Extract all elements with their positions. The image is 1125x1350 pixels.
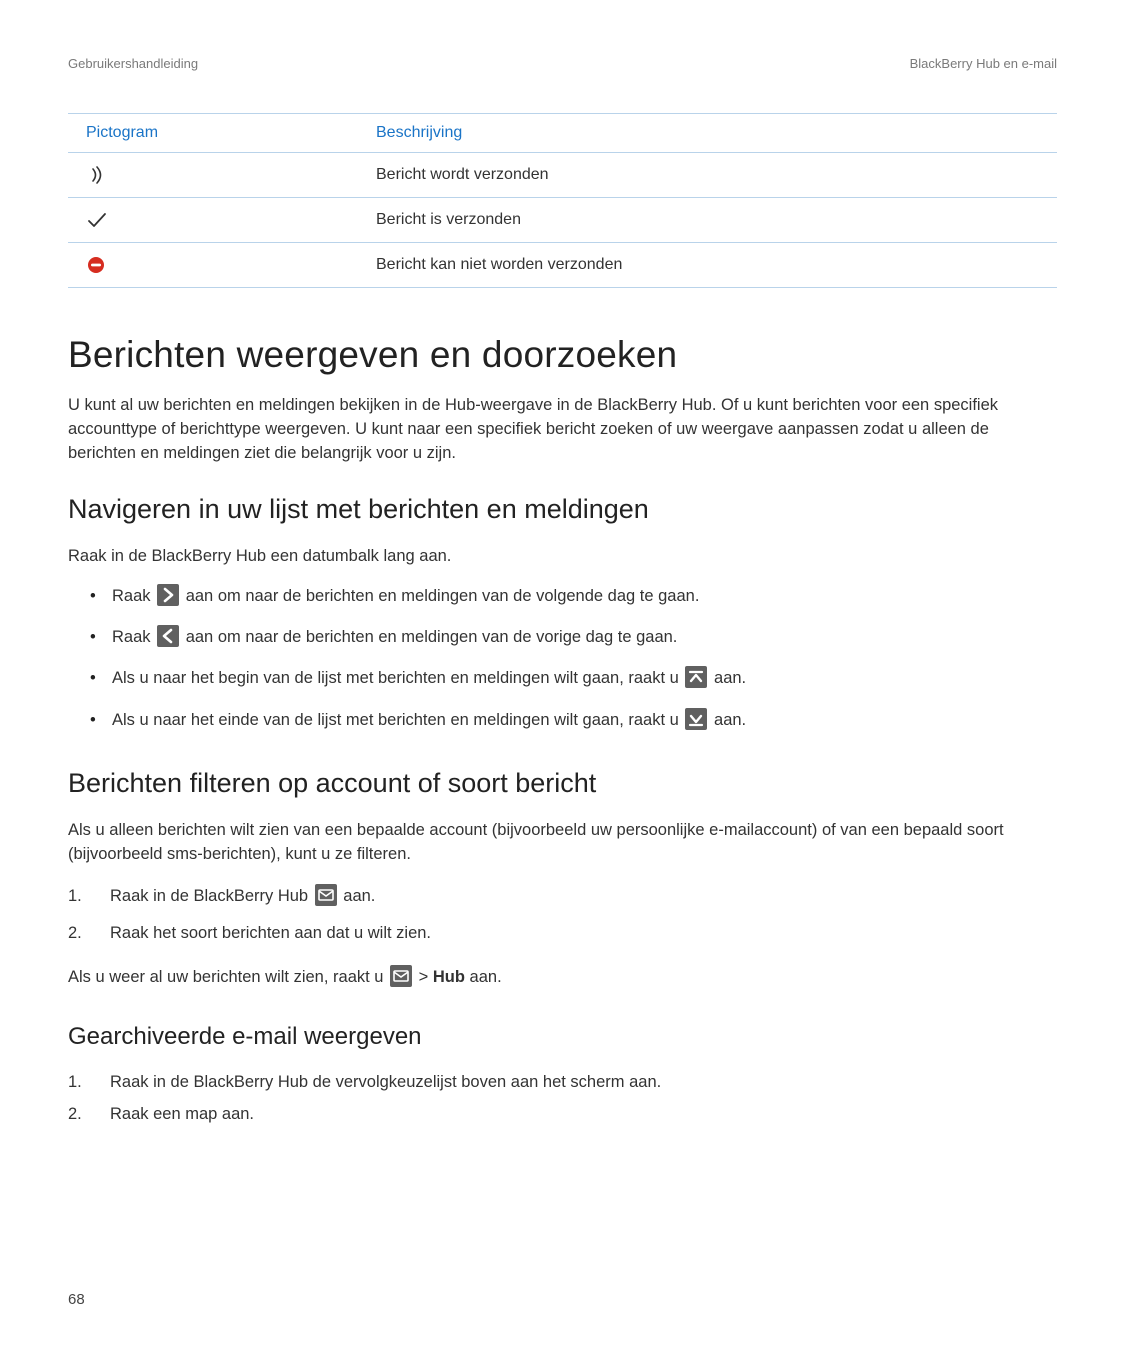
page-number: 68	[68, 1291, 85, 1308]
filter-tail: Als u weer al uw berichten wilt zien, ra…	[68, 965, 1057, 995]
header-right: BlackBerry Hub en e-mail	[910, 56, 1057, 71]
chevron-left-icon	[157, 625, 179, 655]
hub-label: Hub	[433, 968, 465, 986]
sending-icon	[68, 153, 358, 198]
list-item: Raak aan om naar de berichten en melding…	[90, 624, 1057, 655]
table-row: Bericht wordt verzonden	[68, 153, 1057, 198]
go-to-bottom-icon	[685, 708, 707, 738]
table-row: Bericht kan niet worden verzonden	[68, 243, 1057, 288]
navigate-lead: Raak in de BlackBerry Hub een datumbalk …	[68, 545, 1057, 569]
row-desc: Bericht is verzonden	[358, 198, 1057, 243]
icon-description-table: Pictogram Beschrijving Bericht wordt ver…	[68, 113, 1057, 288]
hub-mail-icon	[315, 884, 337, 914]
col-header-icon: Pictogram	[68, 114, 358, 153]
chevron-right-icon	[157, 584, 179, 614]
row-desc: Bericht wordt verzonden	[358, 153, 1057, 198]
filter-steps: 1. Raak in de BlackBerry Hub aan. 2. Raa…	[68, 883, 1057, 947]
table-row: Bericht is verzonden	[68, 198, 1057, 243]
col-header-desc: Beschrijving	[358, 114, 1057, 153]
subsection-navigate: Navigeren in uw lijst met berichten en m…	[68, 494, 1057, 525]
error-icon	[68, 243, 358, 288]
list-item: Als u naar het begin van de lijst met be…	[90, 665, 1057, 696]
archive-steps: 1. Raak in de BlackBerry Hub de vervolgk…	[68, 1069, 1057, 1128]
subsection-filter: Berichten filteren op account of soort b…	[68, 768, 1057, 799]
page-header: Gebruikershandleiding BlackBerry Hub en …	[68, 56, 1057, 71]
header-left: Gebruikershandleiding	[68, 56, 198, 71]
sent-icon	[68, 198, 358, 243]
list-item: Als u naar het einde van de lijst met be…	[90, 707, 1057, 738]
subsection-archived: Gearchiveerde e-mail weergeven	[68, 1023, 1057, 1051]
go-to-top-icon	[685, 666, 707, 696]
list-item: 2. Raak een map aan.	[68, 1101, 1057, 1127]
list-item: 1. Raak in de BlackBerry Hub aan.	[68, 883, 1057, 914]
row-desc: Bericht kan niet worden verzonden	[358, 243, 1057, 288]
list-item: Raak aan om naar de berichten en melding…	[90, 583, 1057, 614]
navigate-bullets: Raak aan om naar de berichten en melding…	[68, 583, 1057, 739]
hub-mail-icon	[390, 965, 412, 995]
filter-lead: Als u alleen berichten wilt zien van een…	[68, 819, 1057, 867]
list-item: 1. Raak in de BlackBerry Hub de vervolgk…	[68, 1069, 1057, 1095]
intro-paragraph: U kunt al uw berichten en meldingen beki…	[68, 394, 1057, 466]
section-heading: Berichten weergeven en doorzoeken	[68, 334, 1057, 376]
list-item: 2. Raak het soort berichten aan dat u wi…	[68, 920, 1057, 946]
